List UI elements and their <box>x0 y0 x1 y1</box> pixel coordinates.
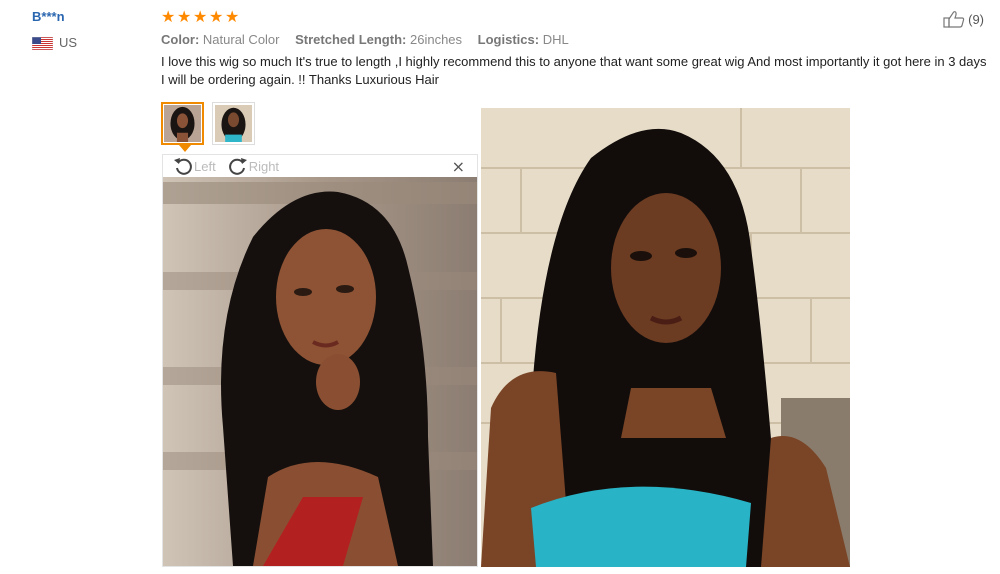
star-icon: ★ <box>193 7 208 26</box>
helpful-button[interactable]: (9) <box>943 10 984 28</box>
review-photo-2-image <box>481 108 850 567</box>
attr-length-value: 26inches <box>409 32 463 47</box>
attr-color-key: Color: <box>161 32 200 47</box>
reviewer-name: B***n <box>32 9 65 24</box>
thumbnail-photo <box>164 105 201 142</box>
rotate-right-label: Right <box>248 158 280 174</box>
us-flag-icon <box>32 36 53 50</box>
photo-thumbnail-1[interactable] <box>161 102 204 152</box>
country-label: US <box>59 35 78 50</box>
photo-thumbnail-2[interactable] <box>212 102 255 145</box>
order-attributes: Color: Natural Color Stretched Length: 2… <box>161 32 996 48</box>
rotate-left-button[interactable]: Left <box>173 157 216 175</box>
star-icon: ★ <box>161 7 176 26</box>
thumbs-up-icon <box>943 11 965 28</box>
review-body: ★ ★ ★ ★ ★ Color: Natural Color Stretched… <box>161 8 996 89</box>
viewer-toolbar: Left Right × <box>163 155 477 177</box>
review-photo-1 <box>163 177 477 566</box>
reviewer-country: US <box>32 35 142 51</box>
review-photo-2[interactable] <box>481 108 850 567</box>
rotate-right-button[interactable]: Right <box>228 157 279 175</box>
close-icon[interactable]: × <box>452 157 465 176</box>
attr-length-key: Stretched Length: <box>295 32 407 47</box>
star-icon: ★ <box>209 7 224 26</box>
attr-logistics-key: Logistics: <box>477 32 540 47</box>
thumbnail-photo <box>215 105 252 142</box>
attr-color-value: Natural Color <box>202 32 280 47</box>
review-text: I love this wig so much It's true to len… <box>161 54 987 87</box>
rotate-left-icon <box>174 158 192 175</box>
helpful-count: (9) <box>968 11 984 27</box>
rotate-right-icon <box>228 158 247 175</box>
enlarged-review-photo <box>163 177 477 566</box>
star-icon: ★ <box>177 7 192 26</box>
image-viewer: Left Right × <box>162 154 478 567</box>
star-icon: ★ <box>225 7 240 26</box>
star-rating: ★ ★ ★ ★ ★ <box>161 8 996 26</box>
attr-logistics-value: DHL <box>542 32 569 47</box>
reviewer-info: B***n US <box>32 8 142 51</box>
photo-thumbnails <box>161 102 255 152</box>
rotate-left-label: Left <box>194 158 216 174</box>
